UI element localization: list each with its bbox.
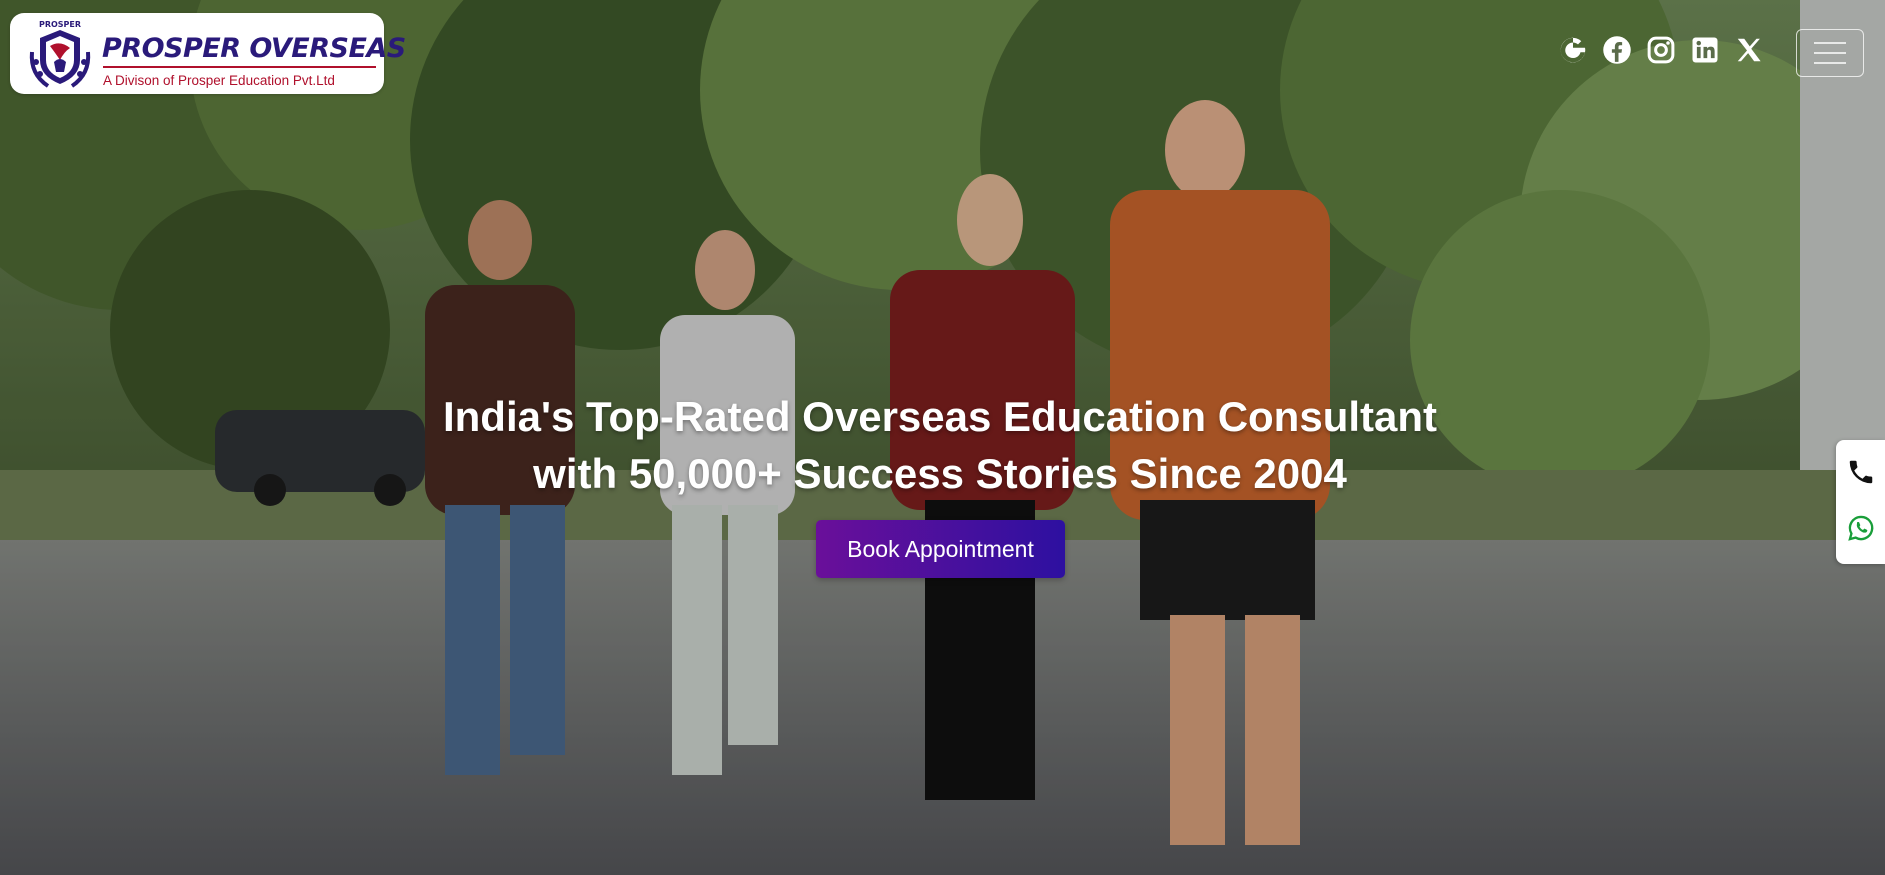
hero-headline: India's Top-Rated Overseas Education Con… <box>0 388 1880 502</box>
contact-dock <box>1836 440 1885 564</box>
brand-divider <box>103 66 376 68</box>
hamburger-menu-icon[interactable] <box>1796 29 1864 77</box>
brand-emblem-text: PROSPER <box>39 20 81 29</box>
linkedin-icon[interactable] <box>1688 33 1722 67</box>
hero-headline-line-2: with 50,000+ Success Stories Since 2004 <box>533 450 1347 497</box>
brand-emblem-icon: PROSPER <box>29 20 91 88</box>
brand-tagline: A Divison of Prosper Education Pvt.Ltd <box>103 73 335 88</box>
hero-section: PROSPER PROSPER OVERSEAS A Divison of Pr… <box>0 0 1885 875</box>
hero-headline-line-1: India's Top-Rated Overseas Education Con… <box>442 393 1438 440</box>
brand-name: PROSPER OVERSEAS <box>102 33 406 64</box>
book-appointment-button[interactable]: Book Appointment <box>816 520 1065 578</box>
google-icon[interactable] <box>1556 33 1590 67</box>
whatsapp-icon[interactable] <box>1836 502 1885 554</box>
social-links <box>1556 33 1776 67</box>
phone-icon[interactable] <box>1836 446 1885 498</box>
instagram-icon[interactable] <box>1644 33 1678 67</box>
brand-logo[interactable]: PROSPER PROSPER OVERSEAS A Divison of Pr… <box>10 13 406 94</box>
x-icon[interactable] <box>1732 33 1766 67</box>
facebook-icon[interactable] <box>1600 33 1634 67</box>
